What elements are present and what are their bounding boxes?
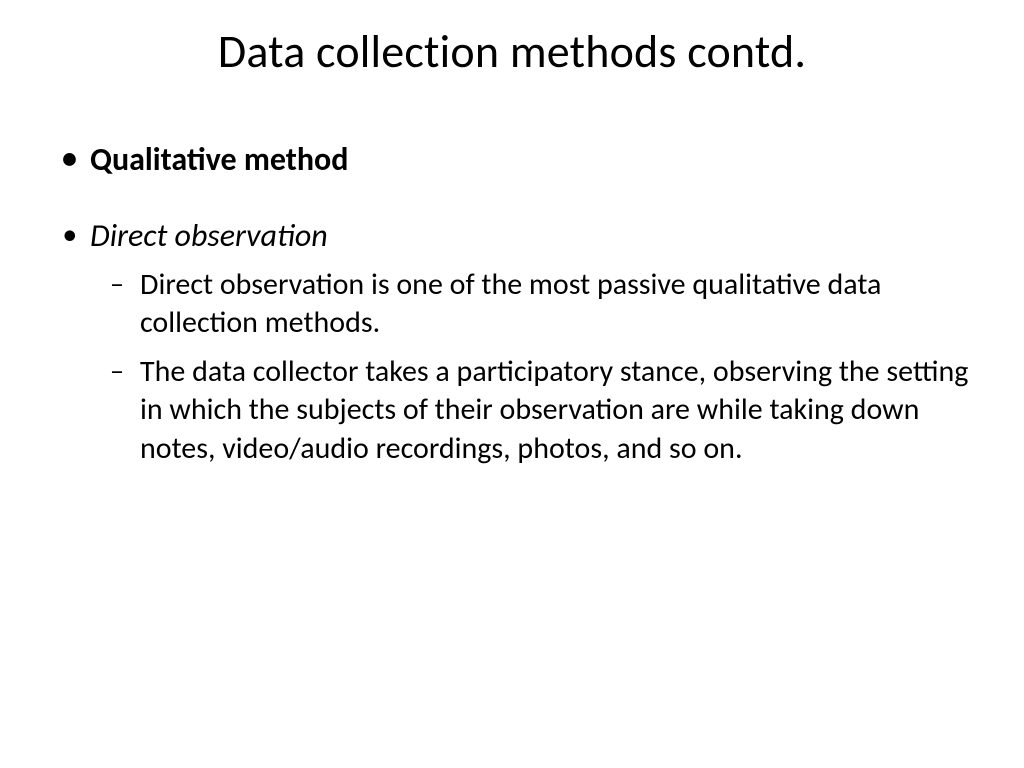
sub-bullet-list: Direct observation is one of the most pa… — [90, 266, 984, 468]
sub-bullet-text: The data collector takes a participatory… — [140, 353, 968, 467]
slide-title: Data collection methods contd. — [40, 24, 984, 80]
sub-bullet-item: Direct observation is one of the most pa… — [140, 266, 984, 343]
sub-bullet-text: Direct observation is one of the most pa… — [140, 266, 881, 341]
sub-bullet-item: The data collector takes a participatory… — [140, 353, 984, 468]
bullet-text: Direct observation — [90, 216, 328, 255]
bullet-qualitative-method: Qualitative method — [90, 140, 984, 180]
bullet-list: Qualitative method Direct observation Di… — [40, 140, 984, 468]
bullet-text: Qualitative method — [90, 140, 348, 179]
slide: Data collection methods contd. Qualitati… — [0, 0, 1024, 768]
bullet-direct-observation: Direct observation Direct observation is… — [90, 216, 984, 468]
